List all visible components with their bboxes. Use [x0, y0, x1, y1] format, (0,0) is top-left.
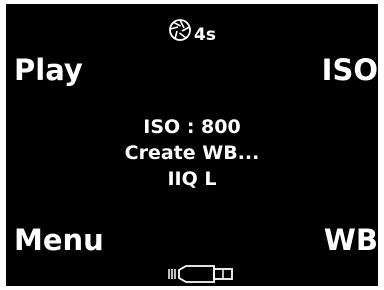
white-balance-text: Create WB...: [124, 142, 260, 164]
iso-softkey[interactable]: ISO: [322, 55, 378, 85]
iso-value-text: ISO : 800: [143, 116, 241, 138]
aperture-icon: [169, 19, 191, 41]
menu-softkey[interactable]: Menu: [14, 225, 104, 255]
play-softkey[interactable]: Play: [14, 55, 83, 85]
top-status-bar: 4s: [6, 14, 378, 45]
camera-display-screen: 4s Play ISO ISO : 800 Create WB... IIQ L…: [6, 4, 378, 286]
capture-settings-info: ISO : 800 Create WB... IIQ L: [6, 114, 378, 192]
wb-softkey[interactable]: WB: [324, 225, 378, 255]
file-format-text: IIQ L: [167, 168, 217, 190]
battery-icon: [168, 265, 233, 283]
self-timer-label: 4s: [194, 25, 216, 45]
